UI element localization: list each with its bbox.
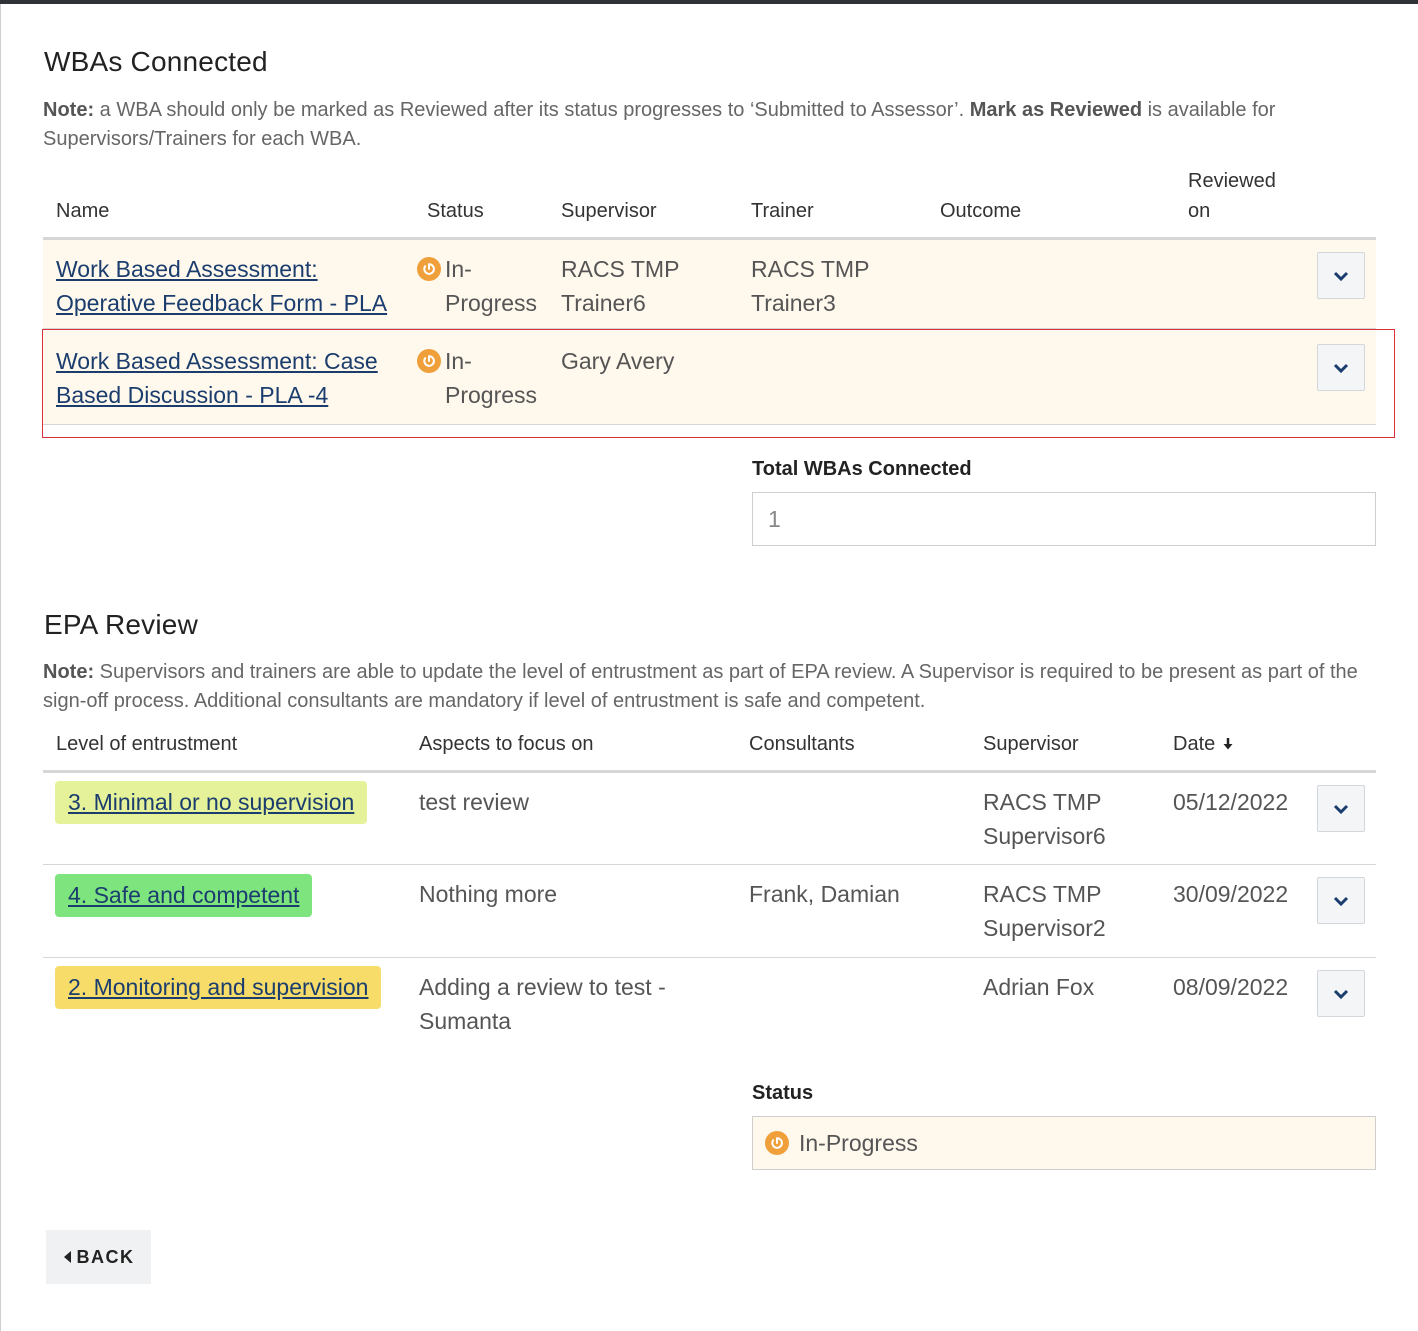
wba-note-bold: Mark as Reviewed bbox=[969, 99, 1143, 121]
epa-row2-supervisor: RACS TMP Supervisor2 bbox=[983, 877, 1106, 945]
arrow-down-icon bbox=[1223, 738, 1233, 750]
epa-row1-supervisor-line1: RACS TMP bbox=[983, 789, 1102, 815]
wba-header-supervisor: Supervisor bbox=[561, 200, 657, 222]
epa-row1-level-pill[interactable]: 3. Minimal or no supervision bbox=[55, 781, 368, 824]
wba-row1-expand-button[interactable] bbox=[1317, 252, 1365, 299]
status-label: Status bbox=[752, 1082, 814, 1104]
epa-section-title: EPA Review bbox=[44, 609, 198, 640]
epa-row3-supervisor: Adrian Fox bbox=[983, 974, 1095, 1000]
epa-row2-expand-button[interactable] bbox=[1317, 877, 1365, 924]
epa-row1-date: 05/12/2022 bbox=[1173, 789, 1289, 815]
epa-row-divider bbox=[43, 864, 1376, 865]
epa-row1-aspects: test review bbox=[419, 789, 529, 815]
epa-row1-supervisor-line2: Supervisor6 bbox=[983, 823, 1106, 849]
wba-row1-supervisor-line1: RACS TMP bbox=[561, 256, 680, 282]
epa-row2-date: 30/09/2022 bbox=[1173, 881, 1289, 907]
wba-row1-trainer: RACS TMP Trainer3 bbox=[751, 252, 869, 320]
epa-row1-supervisor: RACS TMP Supervisor6 bbox=[983, 785, 1106, 853]
epa-header-level: Level of entrustment bbox=[56, 733, 238, 755]
epa-note-text: Supervisors and trainers are able to upd… bbox=[43, 661, 1358, 712]
epa-note: Note: Supervisors and trainers are able … bbox=[43, 658, 1383, 716]
epa-row3-level-pill[interactable]: 2. Monitoring and supervision bbox=[55, 966, 382, 1009]
epa-row1-expand-button[interactable] bbox=[1317, 785, 1365, 832]
wba-header-reviewed-on-line2: on bbox=[1188, 200, 1211, 222]
top-bar bbox=[0, 0, 1418, 4]
epa-row-divider bbox=[43, 957, 1376, 958]
epa-header-aspects: Aspects to focus on bbox=[419, 733, 594, 755]
total-wbas-label: Total WBAs Connected bbox=[752, 458, 972, 480]
epa-row3-date: 08/09/2022 bbox=[1173, 974, 1289, 1000]
epa-row2-consultants: Frank, Damian bbox=[749, 881, 900, 907]
chevron-down-icon bbox=[1333, 271, 1349, 281]
wba-note-label: Note: bbox=[43, 99, 95, 121]
epa-header-consultants: Consultants bbox=[749, 733, 855, 755]
back-button-label[interactable]: BACK bbox=[77, 1247, 135, 1268]
status-field: In-Progress bbox=[752, 1116, 1376, 1170]
wba-header-trainer: Trainer bbox=[751, 200, 814, 222]
wba-header-reviewed-on: Reviewed on bbox=[1188, 166, 1276, 226]
wba-header-reviewed-on-line1: Reviewed bbox=[1188, 170, 1276, 192]
status-value: In-Progress bbox=[799, 1129, 918, 1156]
total-wbas-field: 1 bbox=[752, 492, 1376, 546]
wba-note: Note: a WBA should only be marked as Rev… bbox=[43, 96, 1383, 154]
caret-left-icon bbox=[63, 1251, 71, 1263]
wba-row1-name-line2[interactable]: Operative Feedback Form - PLA bbox=[56, 286, 387, 320]
wba-section-title: WBAs Connected bbox=[44, 46, 268, 77]
selected-row-highlight bbox=[42, 329, 1395, 438]
wba-row1-supervisor: RACS TMP Trainer6 bbox=[561, 252, 679, 320]
in-progress-icon bbox=[765, 1131, 789, 1155]
wba-header-outcome: Outcome bbox=[940, 200, 1022, 222]
epa-row2-level-pill[interactable]: 4. Safe and competent bbox=[55, 874, 313, 917]
epa-header-date[interactable]: Date bbox=[1173, 729, 1234, 759]
wba-row1-status-line2: Progress bbox=[445, 290, 538, 316]
epa-row3-aspects-line1: Adding a review to test - bbox=[419, 974, 666, 1000]
epa-row2-aspects: Nothing more bbox=[419, 881, 558, 907]
epa-row3-expand-button[interactable] bbox=[1317, 970, 1365, 1017]
chevron-down-icon bbox=[1333, 896, 1349, 906]
left-border bbox=[0, 4, 1, 1331]
wba-header-name: Name bbox=[56, 200, 110, 222]
wba-row1-trainer-line1: RACS TMP bbox=[751, 256, 870, 282]
back-button[interactable]: BACK bbox=[46, 1230, 151, 1284]
wba-note-text1: a WBA should only be marked as Reviewed … bbox=[94, 99, 970, 121]
wba-row1-name[interactable]: Work Based Assessment: Operative Feedbac… bbox=[56, 252, 387, 320]
wba-row1-status: In- Progress bbox=[445, 252, 537, 320]
epa-header-supervisor: Supervisor bbox=[983, 733, 1079, 755]
epa-header-divider bbox=[43, 770, 1376, 773]
epa-row3-aspects-line2: Sumanta bbox=[419, 1008, 512, 1034]
epa-row2-supervisor-line1: RACS TMP bbox=[983, 881, 1102, 907]
in-progress-icon bbox=[417, 257, 441, 281]
wba-header-status: Status bbox=[427, 200, 484, 222]
wba-row1-trainer-line2: Trainer3 bbox=[751, 290, 836, 316]
epa-header-date-label[interactable]: Date bbox=[1173, 729, 1215, 759]
epa-note-label: Note: bbox=[43, 661, 95, 683]
chevron-down-icon bbox=[1333, 804, 1349, 814]
chevron-down-icon bbox=[1333, 989, 1349, 999]
epa-row2-supervisor-line2: Supervisor2 bbox=[983, 915, 1106, 941]
wba-row1-supervisor-line2: Trainer6 bbox=[561, 290, 646, 316]
wba-row1-status-line1: In- bbox=[445, 256, 472, 282]
epa-row3-aspects: Adding a review to test - Sumanta bbox=[419, 970, 666, 1038]
wba-row1-name-line1[interactable]: Work Based Assessment: bbox=[56, 252, 387, 286]
